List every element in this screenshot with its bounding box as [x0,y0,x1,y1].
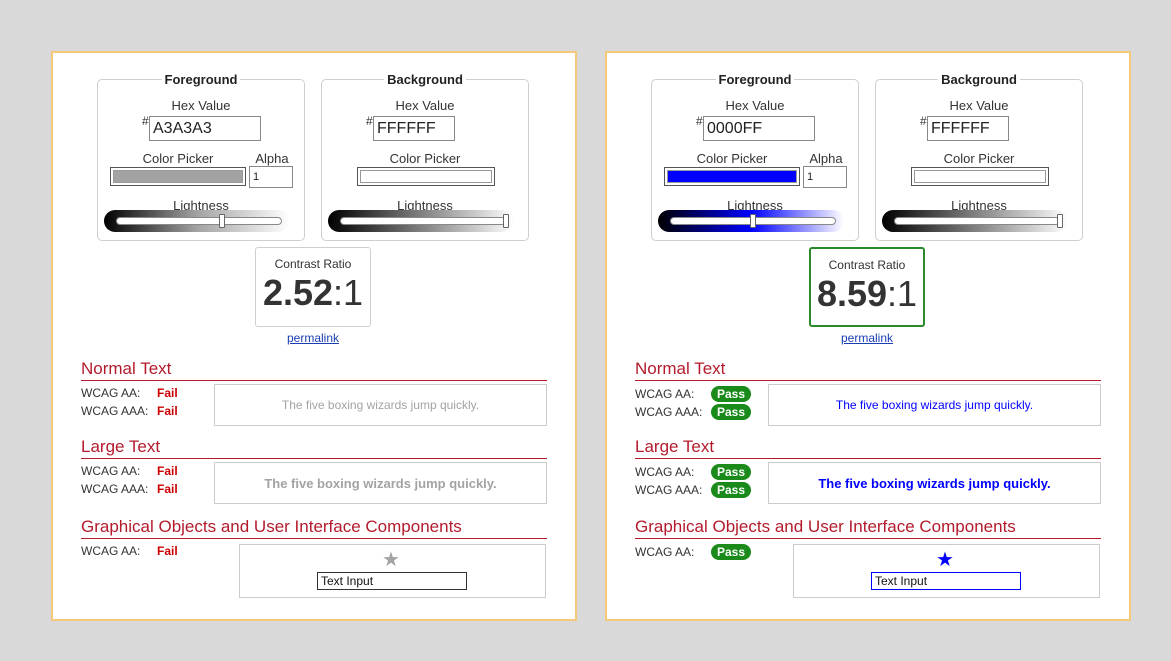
fg-hex-label: Hex Value [171,98,231,113]
fg-color-picker-label: Color Picker [696,151,768,166]
graphics-wcag-aa-row: WCAG AA: Pass [635,544,752,560]
large-text-heading: Large Text [635,437,1101,459]
bg-color-picker[interactable] [357,167,495,186]
bg-color-picker-label: Color Picker [389,151,461,166]
graphics-section: Graphical Objects and User Interface Com… [81,517,547,598]
graphics-aa-result: Fail [157,544,178,558]
normal-text-heading: Normal Text [635,359,1101,381]
permalink-link[interactable]: permalink [809,331,925,345]
contrast-checker-panel-left: Foreground Hex Value # Color Picker Alph… [51,51,577,621]
large-wcag-aaa-row: WCAG AAA: Fail [81,482,178,496]
foreground-legend: Foreground [715,72,795,87]
bg-lightness-thumb[interactable] [1057,214,1063,228]
contrast-ratio-value: 8.59:1 [816,273,918,314]
bg-hex-input[interactable] [373,116,455,141]
bg-hex-input[interactable] [927,116,1009,141]
fg-alpha-input[interactable] [803,166,847,188]
bg-lightness-thumb[interactable] [503,214,509,228]
normal-aa-result: Pass [711,386,752,402]
normal-text-sample: The five boxing wizards jump quickly. [768,384,1101,426]
fg-hash: # [696,114,703,128]
normal-text-section: Normal Text WCAG AA: Fail WCAG AAA: Fail T… [81,359,547,426]
fg-lightness-thumb[interactable] [750,214,756,228]
contrast-checker-panel-right: Foreground Hex Value # Color Picker Alph… [605,51,1131,621]
text-input-sample[interactable] [317,572,467,590]
bg-hash: # [366,114,373,128]
fg-color-picker[interactable] [664,167,800,186]
fg-hash: # [142,114,149,128]
bg-color-picker-label: Color Picker [943,151,1015,166]
normal-text-section: Normal Text WCAG AA: Pass WCAG AAA: Pass T… [635,359,1101,426]
permalink-link[interactable]: permalink [255,331,371,345]
fg-color-picker-label: Color Picker [142,151,214,166]
large-wcag-aaa-row: WCAG AAA: Pass [635,482,752,498]
graphics-heading: Graphical Objects and User Interface Com… [81,517,547,539]
fg-hex-label: Hex Value [725,98,785,113]
large-wcag-aa-row: WCAG AA: Pass [635,464,752,480]
fg-alpha-label: Alpha [809,151,843,166]
graphics-sample-box: ★ [793,544,1100,598]
large-wcag-aa-row: WCAG AA: Fail [81,464,178,478]
graphics-aa-result: Pass [711,544,752,560]
bg-hex-label: Hex Value [949,98,1009,113]
normal-wcag-aa-row: WCAG AA: Fail [81,386,178,400]
normal-wcag-aaa-row: WCAG AAA: Pass [635,404,752,420]
bg-lightness-slider[interactable] [882,210,1068,232]
background-fieldset: Background Hex Value # Color Picker Ligh… [321,72,529,241]
large-aa-result: Pass [711,464,752,480]
background-legend: Background [384,72,466,87]
graphics-wcag-aa-row: WCAG AA: Fail [81,544,178,558]
large-text-sample: The five boxing wizards jump quickly. [214,462,547,504]
star-icon: ★ [936,549,954,571]
fg-alpha-input[interactable] [249,166,293,188]
contrast-ratio-title: Contrast Ratio [828,258,906,272]
large-text-section: Large Text WCAG AA: Pass WCAG AAA: Pass Th… [635,437,1101,504]
normal-aaa-result: Pass [711,404,752,420]
normal-aaa-result: Fail [157,404,178,418]
bg-hash: # [920,114,927,128]
large-text-section: Large Text WCAG AA: Fail WCAG AAA: Fail Th… [81,437,547,504]
normal-wcag-aa-row: WCAG AA: Pass [635,386,752,402]
foreground-legend: Foreground [161,72,241,87]
contrast-ratio-box: Contrast Ratio 8.59:1 [809,247,925,327]
normal-wcag-aaa-row: WCAG AAA: Fail [81,404,178,418]
large-aa-result: Fail [157,464,178,478]
contrast-ratio-value: 2.52:1 [262,272,364,313]
fg-lightness-slider[interactable] [104,210,290,232]
large-aaa-result: Fail [157,482,178,496]
foreground-fieldset: Foreground Hex Value # Color Picker Alph… [97,72,305,241]
large-aaa-result: Pass [711,482,752,498]
fg-hex-input[interactable] [149,116,261,141]
bg-color-picker[interactable] [911,167,1049,186]
normal-aa-result: Fail [157,386,178,400]
fg-lightness-slider[interactable] [658,210,844,232]
graphics-sample-box: ★ [239,544,546,598]
fg-alpha-label: Alpha [255,151,289,166]
bg-lightness-slider[interactable] [328,210,514,232]
star-icon: ★ [382,549,400,571]
normal-text-heading: Normal Text [81,359,547,381]
graphics-section: Graphical Objects and User Interface Com… [635,517,1101,598]
normal-text-sample: The five boxing wizards jump quickly. [214,384,547,426]
large-text-heading: Large Text [81,437,547,459]
fg-hex-input[interactable] [703,116,815,141]
large-text-sample: The five boxing wizards jump quickly. [768,462,1101,504]
contrast-ratio-title: Contrast Ratio [274,257,352,271]
fg-lightness-thumb[interactable] [219,214,226,228]
foreground-fieldset: Foreground Hex Value # Color Picker Alph… [651,72,859,241]
bg-hex-label: Hex Value [395,98,455,113]
background-legend: Background [938,72,1020,87]
contrast-ratio-box: Contrast Ratio 2.52:1 [255,247,371,327]
fg-color-picker[interactable] [110,167,246,186]
text-input-sample[interactable] [871,572,1021,590]
graphics-heading: Graphical Objects and User Interface Com… [635,517,1101,539]
background-fieldset: Background Hex Value # Color Picker Ligh… [875,72,1083,241]
